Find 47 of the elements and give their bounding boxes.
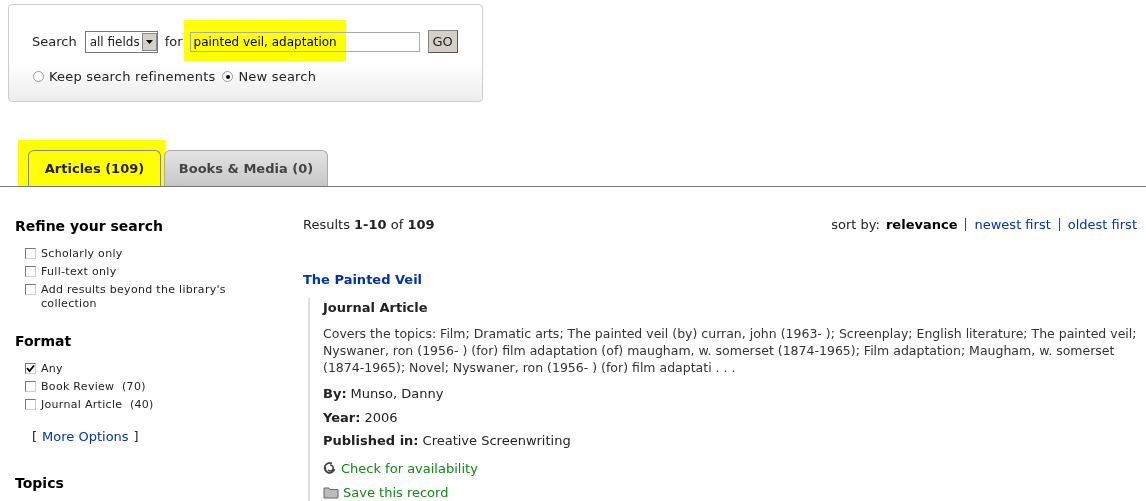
section-heading: Topics [15,473,65,493]
checkbox-label: Book Review (70) [41,380,147,394]
field-value: Creative Screenwriting [422,432,571,450]
section-heading: Refine your search [15,217,164,236]
tab[interactable]: Books & Media (0) [164,150,328,187]
checkbox[interactable] [25,399,36,410]
field-dropdown[interactable]: all fields [84,30,158,53]
folder-icon [323,486,339,500]
field-label: Year: [323,408,361,427]
action-link[interactable]: Check for availability [341,458,478,478]
radio-label: Keep search refinements [49,68,216,86]
action-link[interactable]: Save this record [343,483,449,501]
checkbox[interactable] [25,363,36,374]
more-options-link[interactable]: More Options [42,427,129,447]
bracket-text: [ [32,428,38,446]
checkbox[interactable] [25,248,36,259]
record-type: Journal Article [323,298,429,317]
bracket-text: ] [133,428,139,446]
results-count: Results 1-10 of 109 [303,216,435,234]
radio-button[interactable] [33,71,44,83]
radio-button[interactable] [222,71,234,83]
sort-option[interactable]: relevance [885,215,958,235]
section-heading: Format [15,332,73,351]
field-label: Published in: [323,432,419,450]
sort-option[interactable]: newest first [974,215,1051,235]
search-field[interactable]: painted veil, adaptation [189,31,420,52]
radio-label: New search [238,68,317,86]
checkbox[interactable] [25,284,36,295]
sort-label: sort by: [831,216,880,234]
checkbox-label: Add results beyond the library's collection [41,283,227,311]
field-value: Munso, Danny [350,385,444,403]
checkbox[interactable] [25,381,36,392]
swirl-icon [323,461,337,476]
checkbox-label: Any [41,362,64,376]
checkbox-label: Journal Article (40) [41,398,155,412]
checkbox[interactable] [25,266,36,277]
for-label: for [164,32,183,51]
caret-icon [145,39,153,44]
search-label: Search [32,32,77,51]
field-label: By: [323,385,347,403]
sort-option[interactable]: oldest first [1067,215,1137,235]
checkbox-label: Full-text only [41,265,118,279]
field-value: 2006 [364,408,398,427]
record-description: Covers the topics: Film; Dramatic arts; The painted veil (by) curran, john (1963- ); Screenplay; English literature; The painted veil; Nyswaner, ron (1956- ) (for) film adaptation (of) maugham, w. somerset (1874-1965); Film adaptation; Maugham, w. somerset (1874-1965); Novel; Nyswaner, ron (1956- ) (for) film adaptati . . . [323,325,1138,376]
go-button[interactable]: GO [427,30,458,53]
checkbox-label: Scholarly only [41,247,124,261]
record-title-link[interactable]: The Painted Veil [303,270,423,290]
